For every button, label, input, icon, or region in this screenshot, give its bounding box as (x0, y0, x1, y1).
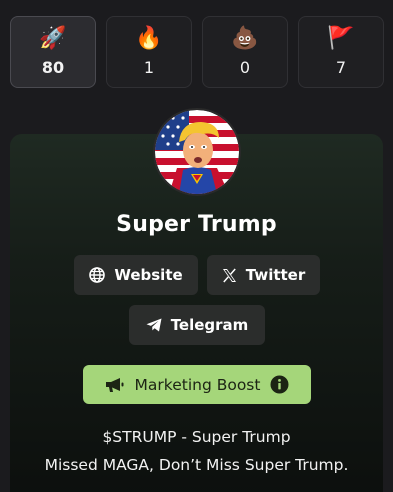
marketing-boost-button[interactable]: Marketing Boost (83, 365, 311, 404)
website-label: Website (114, 266, 183, 284)
marketing-boost-label: Marketing Boost (134, 375, 261, 394)
token-name: Super Trump (116, 212, 277, 237)
fire-icon: 🔥 (135, 26, 163, 51)
megaphone-icon (105, 377, 124, 392)
token-description-line2: Missed MAGA, Don’t Miss Super Trump. (44, 456, 349, 474)
reaction-poop-button[interactable]: 💩 0 (202, 16, 288, 88)
token-avatar (153, 108, 241, 196)
telegram-label: Telegram (170, 316, 249, 334)
reaction-count: 0 (239, 58, 251, 77)
rocket-icon: 🚀 (39, 26, 67, 51)
reaction-count: 7 (335, 58, 347, 77)
twitter-label: Twitter (245, 266, 306, 284)
telegram-button[interactable]: Telegram (129, 305, 265, 345)
poop-icon: 💩 (231, 26, 259, 51)
reaction-count: 80 (41, 58, 65, 77)
telegram-icon (146, 318, 162, 332)
reaction-red-flag-button[interactable]: 🚩 7 (298, 16, 384, 88)
reaction-rocket-button[interactable]: 🚀 80 (10, 16, 96, 88)
globe-icon (89, 267, 106, 283)
token-page: 🚀 80 🔥 1 💩 0 🚩 7 Super Trump Website Twi… (0, 0, 393, 492)
reaction-fire-button[interactable]: 🔥 1 (106, 16, 192, 88)
token-description-line1: $STRUMP - Super Trump (102, 428, 291, 446)
x-logo-icon (222, 268, 236, 282)
reaction-count: 1 (143, 58, 155, 77)
token-avatar-image (155, 110, 239, 194)
red-flag-icon: 🚩 (327, 26, 355, 51)
info-icon[interactable] (270, 375, 289, 394)
website-button[interactable]: Website (74, 255, 198, 295)
reaction-stats: 🚀 80 🔥 1 💩 0 🚩 7 (10, 16, 384, 88)
twitter-button[interactable]: Twitter (207, 255, 320, 295)
